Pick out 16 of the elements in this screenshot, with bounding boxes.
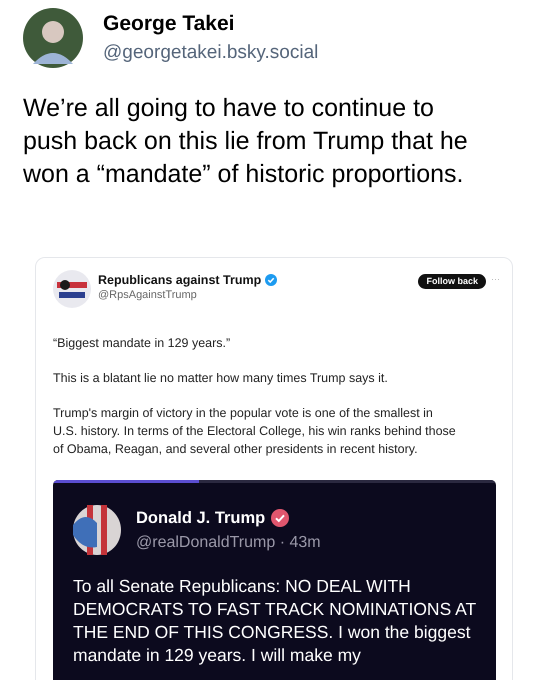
avatar	[73, 505, 121, 555]
quoted-post-card[interactable]	[35, 257, 513, 680]
avatar[interactable]	[53, 270, 91, 308]
post-text: We’re all going to have to continue to push back on this lie from Trump that he won a “mandate” of historic proportions.	[22, 93, 469, 190]
post-text: To all Senate Republicans: NO DEAL WITH DEMOCRATS TO FAST TRACK NOMINATIONS AT THE END OF THIS CONGRESS. I won the biggest mandate in 129 years. I will make my	[72, 575, 477, 667]
account-name: Donald J. Trump	[136, 508, 266, 528]
follow-back-button[interactable]: Follow back	[418, 274, 486, 289]
paragraph: This is a blatant lie no matter how many times Trump says it.	[53, 370, 389, 387]
author-name[interactable]: George Takei	[103, 10, 318, 38]
account-handle: @realDonaldTrump · 43m	[136, 532, 321, 552]
account-handle[interactable]: @RpsAgainstTrump	[98, 288, 278, 302]
paragraph: “Biggest mandate in 129 years.”	[53, 335, 232, 352]
author-handle[interactable]: @georgetakei.bsky.social	[103, 40, 318, 66]
avatar[interactable]	[23, 8, 83, 68]
paragraph: Trump's margin of victory in the popular vote is one of the smallest in U.S. history. In terms of the Electoral College, his win ranks behind those of Obama, Reagan, and several other presidents in recent history.	[53, 405, 457, 458]
account-name[interactable]: Republicans against Trump	[98, 272, 262, 288]
